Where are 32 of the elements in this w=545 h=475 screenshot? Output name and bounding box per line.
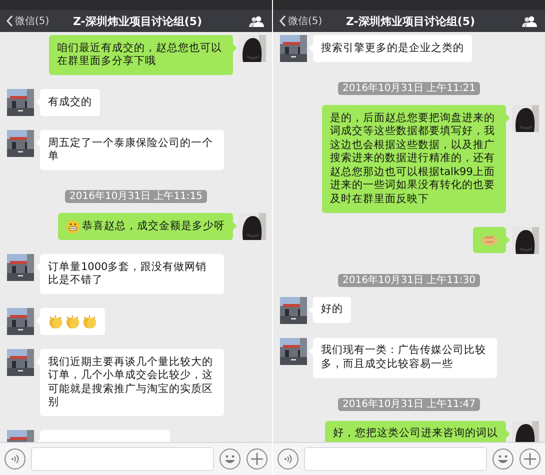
- message-text: 我们现有一类：广告传媒公司比较多，而且成交比较容易一些: [321, 344, 487, 371]
- group-members-icon[interactable]: [522, 16, 537, 26]
- back-icon: [279, 15, 286, 27]
- timestamp: 2016年10月31日 上午11:15: [64, 190, 208, 203]
- message-text: 有成交的: [48, 96, 92, 109]
- back-button[interactable]: 微信(5): [6, 14, 66, 28]
- group-members-icon[interactable]: [249, 16, 264, 26]
- smiley-icon[interactable]: [219, 448, 241, 470]
- message-text: 搜索引擎更多的是企业之类的: [321, 42, 464, 55]
- message-text: 好的: [321, 303, 343, 316]
- smiley-icon[interactable]: [492, 448, 514, 470]
- chat-title: Z-深圳炜业项目讨论组(5): [72, 14, 204, 28]
- voice-icon[interactable]: [277, 448, 299, 470]
- plus-icon[interactable]: [246, 448, 268, 470]
- grimace-emoji-icon: [66, 220, 80, 234]
- back-button[interactable]: 微信(5): [279, 14, 339, 28]
- message-text: 我们近期主要再谈几个量比较大的订单，几个小单成交会比较少，这可能就是搜索推广与淘宝的实质区别: [48, 356, 214, 410]
- plus-icon[interactable]: [519, 448, 541, 470]
- message-text: 订单量1000多套，跟没有做网销比是不错了: [48, 260, 208, 288]
- message-text: 咱们最近有成交的，赵总您也可以在群里面多分享下哦: [57, 42, 223, 68]
- chat-title: Z-深圳炜业项目讨论组(5): [345, 14, 476, 28]
- message-text: 好，您把这类公司进来咨询的词以: [333, 427, 498, 440]
- timestamp: 2016年10月31日 上午11:30: [338, 274, 480, 286]
- back-icon: [6, 15, 13, 27]
- message-text: 是的，后面赵总您要把询盘进来的词成交等这些数据都要填写好，我这边也会根据这些数据，以及推广搜索进来的数据进行精准的，还有赵总您那边也可以根据talk99上面进来的一些词如果没有转化的也要及时在群里面反映下: [330, 112, 496, 206]
- message-input[interactable]: [31, 447, 214, 471]
- voice-icon[interactable]: [4, 448, 26, 470]
- message-input[interactable]: [304, 447, 487, 471]
- timestamp: 2016年10月31日 上午11:21: [338, 82, 480, 95]
- message-text: 周五定了一个泰康保险公司的一个单: [48, 136, 214, 164]
- message-text: 恭喜赵总，成交金额是多少呀: [82, 220, 225, 234]
- timestamp: 2016年10月31日 上午11:47: [338, 398, 480, 410]
